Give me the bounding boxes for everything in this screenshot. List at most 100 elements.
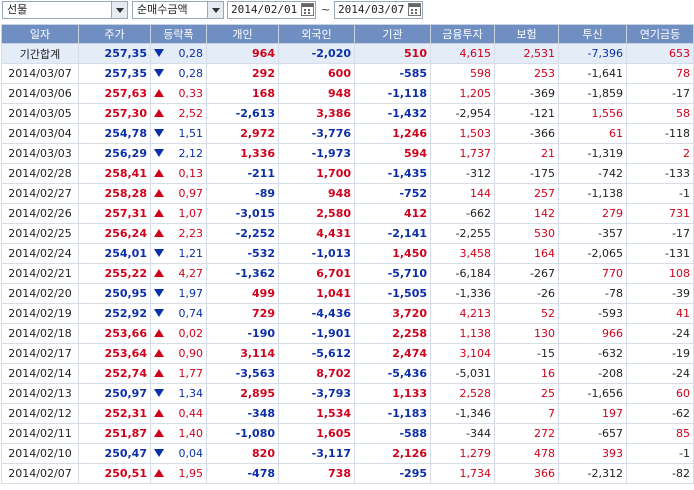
price-cell: 254,01: [78, 243, 151, 264]
pension-cell: -1: [626, 443, 694, 464]
change-value: 1,97: [178, 287, 204, 300]
table-row[interactable]: 2014/03/03 256,29 2,12 1,336 -1,973 594 1,737 2…: [1, 143, 694, 164]
insurance-cell: 142: [494, 203, 559, 224]
table-row[interactable]: 2014/02/07 250,51 1,95 -478 738 -295 1,734 366-…: [1, 463, 694, 484]
date-from-field[interactable]: 2014/02/01: [227, 1, 316, 19]
calendar-icon[interactable]: [301, 3, 314, 16]
header-change[interactable]: 등락폭: [150, 24, 207, 44]
calendar-icon[interactable]: [408, 3, 421, 16]
trust-cell: 61: [558, 123, 627, 144]
date-cell: 기간합계: [1, 43, 79, 64]
triangle-down-icon: [154, 49, 164, 57]
trust-cell: 966: [558, 323, 627, 344]
table-row[interactable]: 2014/03/05 257,30 2,52 -2,613 3,386 -1,432 -2,…: [1, 103, 694, 124]
foreign-cell: 2,580: [278, 203, 355, 224]
financial-investment-cell: 1,503: [430, 123, 495, 144]
metric-select[interactable]: 순매수금액: [132, 1, 224, 19]
insurance-cell: -267: [494, 263, 559, 284]
table-row[interactable]: 2014/02/19 252,92 0,74 729 -4,436 3,720 4,213 5…: [1, 303, 694, 324]
header-institution[interactable]: 기관: [354, 24, 431, 44]
date-cell: 2014/02/17: [1, 343, 79, 364]
institution-cell: 3,720: [354, 303, 431, 324]
change-value: 0,04: [178, 447, 204, 460]
individual-cell: -2,252: [206, 223, 279, 244]
header-date[interactable]: 일자: [1, 24, 79, 44]
individual-cell: -532: [206, 243, 279, 264]
individual-cell: -3,015: [206, 203, 279, 224]
table-row[interactable]: 2014/03/04 254,78 1,51 2,972 -3,776 1,246 1,50…: [1, 123, 694, 144]
table-row[interactable]: 2014/02/17 253,64 0,90 3,114 -5,612 2,474 3,10…: [1, 343, 694, 364]
price-cell: 253,66: [78, 323, 151, 344]
table-row[interactable]: 2014/02/20 250,95 1,97 499 1,041 -1,505 -1,336…: [1, 283, 694, 304]
insurance-cell: -366: [494, 123, 559, 144]
table-row[interactable]: 2014/03/07 257,35 0,28 292 600 -585 598 253 -1,6…: [1, 63, 694, 84]
triangle-up-icon: [154, 269, 164, 277]
table-row[interactable]: 2014/02/24 254,01 1,21 -532 -1,013 1,450 3,458…: [1, 243, 694, 264]
change-value: 1,21: [178, 247, 204, 260]
date-to-field[interactable]: 2014/03/07: [334, 1, 423, 19]
foreign-cell: 948: [278, 83, 355, 104]
triangle-down-icon: [154, 389, 164, 397]
financial-investment-cell: -2,255: [430, 223, 495, 244]
individual-cell: -190: [206, 323, 279, 344]
triangle-up-icon: [154, 89, 164, 97]
chevron-down-icon[interactable]: [111, 2, 127, 18]
header-trust[interactable]: 투신: [558, 24, 627, 44]
insurance-cell: 257: [494, 183, 559, 204]
insurance-cell: 7: [494, 403, 559, 424]
header-individual[interactable]: 개인: [206, 24, 279, 44]
change-value: 1,51: [178, 127, 204, 140]
change-value: 0,90: [178, 347, 204, 360]
table-row[interactable]: 2014/02/10 250,47 0,04 820 -3,117 2,126 1,279 4…: [1, 443, 694, 464]
triangle-up-icon: [154, 189, 164, 197]
header-foreign[interactable]: 외국인: [278, 24, 355, 44]
change-cell: 2,12: [150, 143, 207, 164]
financial-investment-cell: 1,734: [430, 463, 495, 484]
financial-investment-cell: 1,138: [430, 323, 495, 344]
table-row[interactable]: 2014/02/11 251,87 1,40 -1,080 1,605 -588 -344 2…: [1, 423, 694, 444]
trust-cell: -357: [558, 223, 627, 244]
total-row[interactable]: 기간합계 257,35 0,28 964 -2,020 510 4,615 2,531 -7,3…: [1, 43, 694, 64]
individual-cell: 2,895: [206, 383, 279, 404]
table-row[interactable]: 2014/02/26 257,31 1,07 -3,015 2,580 412 -662 14…: [1, 203, 694, 224]
foreign-cell: -3,776: [278, 123, 355, 144]
foreign-cell: 3,386: [278, 103, 355, 124]
financial-investment-cell: -312: [430, 163, 495, 184]
table-row[interactable]: 2014/02/18 253,66 0,02 -190 -1,901 2,258 1,138…: [1, 323, 694, 344]
insurance-cell: 52: [494, 303, 559, 324]
triangle-up-icon: [154, 409, 164, 417]
table-row[interactable]: 2014/02/12 252,31 0,44 -348 1,534 -1,183 -1,34…: [1, 403, 694, 424]
trust-cell: -1,859: [558, 83, 627, 104]
table-row[interactable]: 2014/02/27 258,28 0,97 -89 948 -752 144 257 -1,1…: [1, 183, 694, 204]
pension-cell: 85: [626, 423, 694, 444]
change-value: 0,33: [178, 87, 204, 100]
header-pension[interactable]: 연기금등: [626, 24, 694, 44]
table-row[interactable]: 2014/02/25 256,24 2,23 -2,252 4,431 -2,141 -2,…: [1, 223, 694, 244]
investor-trading-table: 일자 주가 등락폭 개인 외국인 기관 금융투자 보험 투신 연기금등 기간합계…: [1, 24, 694, 484]
insurance-cell: 253: [494, 63, 559, 84]
chevron-down-icon[interactable]: [207, 2, 223, 18]
table-row[interactable]: 2014/02/28 258,41 0,13 -211 1,700 -1,435 -312-…: [1, 163, 694, 184]
change-value: 1,34: [178, 387, 204, 400]
table-row[interactable]: 2014/02/13 250,97 1,34 2,895 -3,793 1,133 2,52…: [1, 383, 694, 404]
individual-cell: -89: [206, 183, 279, 204]
table-row[interactable]: 2014/03/06 257,63 0,33 168 948 -1,118 1,205 -36…: [1, 83, 694, 104]
header-insurance[interactable]: 보험: [494, 24, 559, 44]
price-cell: 250,97: [78, 383, 151, 404]
pension-cell: 58: [626, 103, 694, 124]
header-financial-investment[interactable]: 금융투자: [430, 24, 495, 44]
table-row[interactable]: 2014/02/21 255,22 4,27 -1,362 6,701 -5,710 -6,…: [1, 263, 694, 284]
table-row[interactable]: 2014/02/14 252,74 1,77 -3,563 8,702 -5,436 -5,…: [1, 363, 694, 384]
market-select[interactable]: 선물: [2, 1, 128, 19]
change-value: 0,44: [178, 407, 204, 420]
pension-cell: -19: [626, 343, 694, 364]
pension-cell: 2: [626, 143, 694, 164]
change-value: 2,23: [178, 227, 204, 240]
date-cell: 2014/02/19: [1, 303, 79, 324]
financial-investment-cell: 1,205: [430, 83, 495, 104]
price-cell: 257,63: [78, 83, 151, 104]
financial-investment-cell: 1,279: [430, 443, 495, 464]
header-price[interactable]: 주가: [78, 24, 151, 44]
insurance-cell: 130: [494, 323, 559, 344]
trust-cell: -78: [558, 283, 627, 304]
